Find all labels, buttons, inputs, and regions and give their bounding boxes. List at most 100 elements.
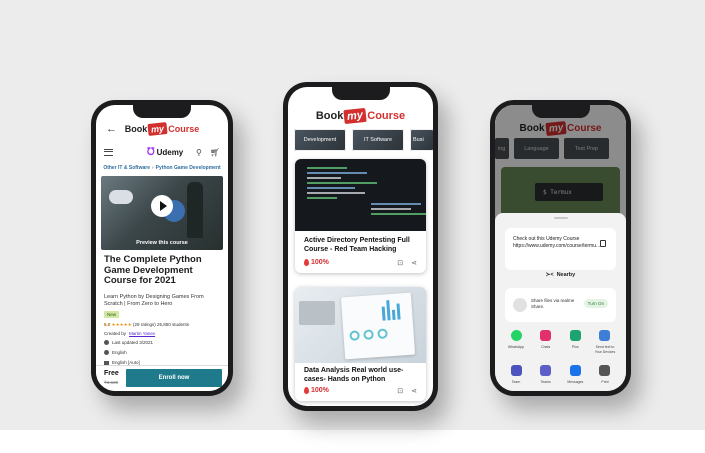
report-image: [340, 292, 416, 360]
bookmark-icon[interactable]: ⊡: [397, 259, 403, 267]
course-card[interactable]: Active Directory Pentesting Full Course …: [295, 159, 426, 273]
code-line: [371, 203, 421, 205]
nearby-button[interactable]: ≻< Nearby: [495, 272, 626, 278]
cart-icon[interactable]: 🛒︎: [210, 148, 220, 157]
chart-bar: [391, 309, 396, 320]
language: English: [104, 350, 127, 355]
original-price: ₹3,630: [104, 380, 119, 385]
share-sheet: Check out this Udemy Course https://www.…: [495, 213, 626, 391]
copy-icon[interactable]: [600, 240, 606, 247]
instagram-icon: [540, 330, 552, 341]
share-app[interactable]: Send text to Your Devices: [592, 330, 618, 354]
share-app[interactable]: Print: [592, 365, 618, 385]
app-logo: Book my Course: [315, 107, 406, 125]
chart-ring: [363, 329, 374, 341]
nearby-icon: ≻<: [545, 272, 554, 278]
course-thumbnail: [295, 159, 426, 231]
category-chip[interactable]: IT Software: [352, 129, 404, 151]
course-title: Active Directory Pentesting Full Course …: [304, 237, 410, 253]
plus-messenger-icon: [569, 330, 581, 341]
messages-icon: [569, 365, 581, 376]
chart-bar: [386, 300, 391, 321]
share-app[interactable]: Plus: [562, 330, 588, 354]
chart-ring: [377, 328, 388, 340]
play-icon[interactable]: [151, 195, 173, 217]
last-updated: Last updated 3/2021: [104, 340, 153, 345]
instructor-link[interactable]: Martin Yanev: [129, 331, 155, 336]
code-line: [307, 172, 367, 174]
code-line: [307, 167, 347, 169]
course-subtitle: Learn Python by Designing Games From Scr…: [104, 294, 204, 307]
enroll-button[interactable]: Enroll now: [126, 369, 222, 387]
category-chip[interactable]: Development: [294, 129, 346, 151]
share-icon[interactable]: ⋖: [411, 387, 417, 395]
controller-image: [109, 190, 133, 204]
star-icons: ★★★★★: [111, 322, 132, 327]
breadcrumb: Other IT & Software › Python Game Developm…: [96, 165, 228, 171]
captions-icon: [104, 360, 109, 365]
realme-share-text: Share files via realme Share.: [531, 298, 575, 309]
course-thumbnail: [295, 287, 426, 363]
code-line: [307, 177, 341, 179]
teams-icon: [540, 365, 552, 376]
code-line: [307, 192, 365, 194]
card-actions: ⊡ ⋖: [397, 387, 417, 395]
floor: [0, 430, 705, 453]
card-actions: ⊡ ⋖: [397, 259, 417, 267]
course-title: The Complete Python Game Development Cou…: [104, 254, 202, 286]
menu-icon[interactable]: [104, 148, 113, 156]
share-apps-row: WhatsApp Chats Plus Send text to Your De…: [503, 330, 618, 354]
app-header: ← Book my Course: [96, 122, 228, 139]
share-app[interactable]: Chats: [533, 330, 559, 354]
course-preview-video[interactable]: Preview this course: [101, 176, 223, 250]
arrow-left-icon[interactable]: ←: [106, 123, 117, 135]
share-app[interactable]: Team: [503, 365, 529, 385]
code-line: [371, 213, 426, 215]
code-line: [307, 187, 355, 189]
screen: Book my Course ing Language Test Prep $ Te…: [495, 105, 626, 391]
app-header: Book my Course: [288, 107, 433, 125]
category-chip[interactable]: Busi: [410, 129, 433, 151]
chart-bar: [396, 303, 401, 320]
share-app[interactable]: Messages: [562, 365, 588, 385]
notch: [331, 87, 390, 100]
devices-icon: [599, 330, 611, 341]
code-line: [307, 182, 377, 184]
print-icon: [599, 365, 611, 376]
turn-on-button[interactable]: Turn On: [583, 299, 608, 308]
screen: ← Book my Course ᘮ Udemy ⚲ 🛒︎ Other IT & So…: [96, 105, 228, 391]
notch: [531, 105, 590, 118]
category-chips: Development IT Software Busi: [294, 129, 433, 151]
share-icon[interactable]: ⋖: [411, 259, 417, 267]
progress: 100%: [304, 387, 329, 394]
phone-share-sheet: Book my Course ing Language Test Prep $ Te…: [490, 100, 631, 396]
share-app[interactable]: Teams: [533, 365, 559, 385]
flame-icon: [304, 259, 309, 266]
chart-bar: [381, 306, 386, 321]
provider-bar: ᘮ Udemy ⚲ 🛒︎: [96, 143, 228, 161]
breadcrumb-item[interactable]: Other IT & Software: [103, 165, 150, 171]
breadcrumb-item[interactable]: Python Game Development: [156, 165, 221, 171]
bookmark-icon[interactable]: ⊡: [397, 387, 403, 395]
whatsapp-icon: [510, 330, 522, 341]
teams-icon: [510, 365, 522, 376]
course-card[interactable]: Data Analysis Real world use-cases- Hand…: [295, 287, 426, 401]
course-title: Data Analysis Real world use-cases- Hand…: [304, 367, 404, 383]
alert-icon: [104, 340, 109, 345]
laptop-image: [299, 301, 335, 325]
share-app[interactable]: WhatsApp: [503, 330, 529, 354]
screen: Book my Course Development IT Software Bus…: [288, 87, 433, 406]
new-badge: New: [104, 311, 120, 318]
purchase-bar: Free ₹3,630 Enroll now: [96, 365, 228, 391]
code-line: [371, 208, 411, 210]
globe-icon: [104, 350, 109, 355]
share-apps-row: Team Teams Messages Print: [503, 365, 618, 385]
preview-label: Preview this course: [136, 240, 188, 246]
chart-ring: [349, 330, 360, 341]
search-icon[interactable]: ⚲: [196, 148, 202, 157]
notch: [133, 105, 191, 118]
breadcrumb-separator: ›: [152, 165, 154, 171]
drag-handle[interactable]: [553, 217, 568, 219]
character-image: [187, 182, 203, 238]
udemy-logo: ᘮ Udemy: [147, 146, 184, 158]
